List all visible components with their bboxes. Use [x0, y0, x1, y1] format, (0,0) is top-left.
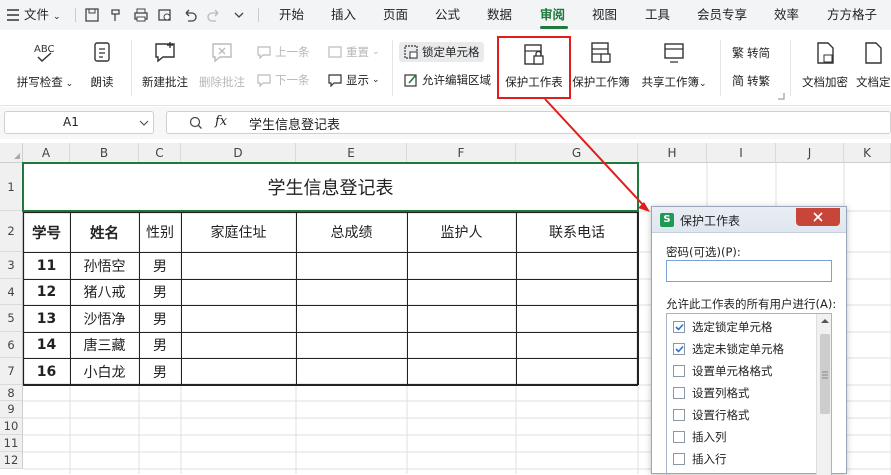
close-button[interactable] — [796, 208, 840, 226]
permission-option-label: 选定锁定单元格 — [692, 320, 773, 334]
scrollbar[interactable] — [816, 314, 832, 475]
password-input[interactable] — [666, 260, 832, 282]
permission-option[interactable]: 选定未锁定单元格 — [673, 341, 784, 357]
password-label: 密码(可选)(P): — [666, 245, 741, 259]
scrollbar-thumb[interactable] — [820, 334, 830, 414]
checkbox[interactable] — [673, 365, 685, 377]
permission-option-label: 设置列格式 — [692, 386, 750, 400]
permission-option[interactable]: 插入行 — [673, 451, 727, 467]
close-icon — [813, 212, 823, 222]
checkbox[interactable] — [673, 431, 685, 443]
dialog-titlebar[interactable]: S 保护工作表 — [652, 207, 846, 233]
permission-option-label: 设置单元格格式 — [692, 364, 773, 378]
checkbox[interactable] — [673, 321, 685, 333]
checkbox[interactable] — [673, 387, 685, 399]
allow-label: 允许此工作表的所有用户进行(A): — [666, 297, 837, 311]
permission-option[interactable]: 设置列格式 — [673, 385, 750, 401]
permission-option[interactable]: 选定锁定单元格 — [673, 319, 773, 335]
permission-option-label: 插入行 — [692, 452, 727, 466]
checkbox[interactable] — [673, 453, 685, 465]
wps-logo-icon: S — [660, 213, 674, 227]
permission-option[interactable]: 设置行格式 — [673, 407, 750, 423]
dialog-title: 保护工作表 — [680, 214, 741, 228]
permissions-list[interactable]: 选定锁定单元格 选定未锁定单元格 设置单元格格式 设置列格式设置行格式插入列插入行 — [666, 313, 832, 475]
permission-option[interactable]: 插入列 — [673, 429, 727, 445]
permission-option-label: 设置行格式 — [692, 408, 750, 422]
permission-option-label: 插入列 — [692, 430, 727, 444]
checkbox[interactable] — [673, 343, 685, 355]
permission-option-label: 选定未锁定单元格 — [692, 342, 784, 356]
scroll-up-icon[interactable] — [817, 314, 832, 328]
checkbox[interactable] — [673, 409, 685, 421]
protect-sheet-dialog: S 保护工作表 密码(可选)(P): 允许此工作表的所有用户进行(A): 选定锁… — [651, 206, 847, 475]
permission-option[interactable]: 设置单元格格式 — [673, 363, 773, 379]
